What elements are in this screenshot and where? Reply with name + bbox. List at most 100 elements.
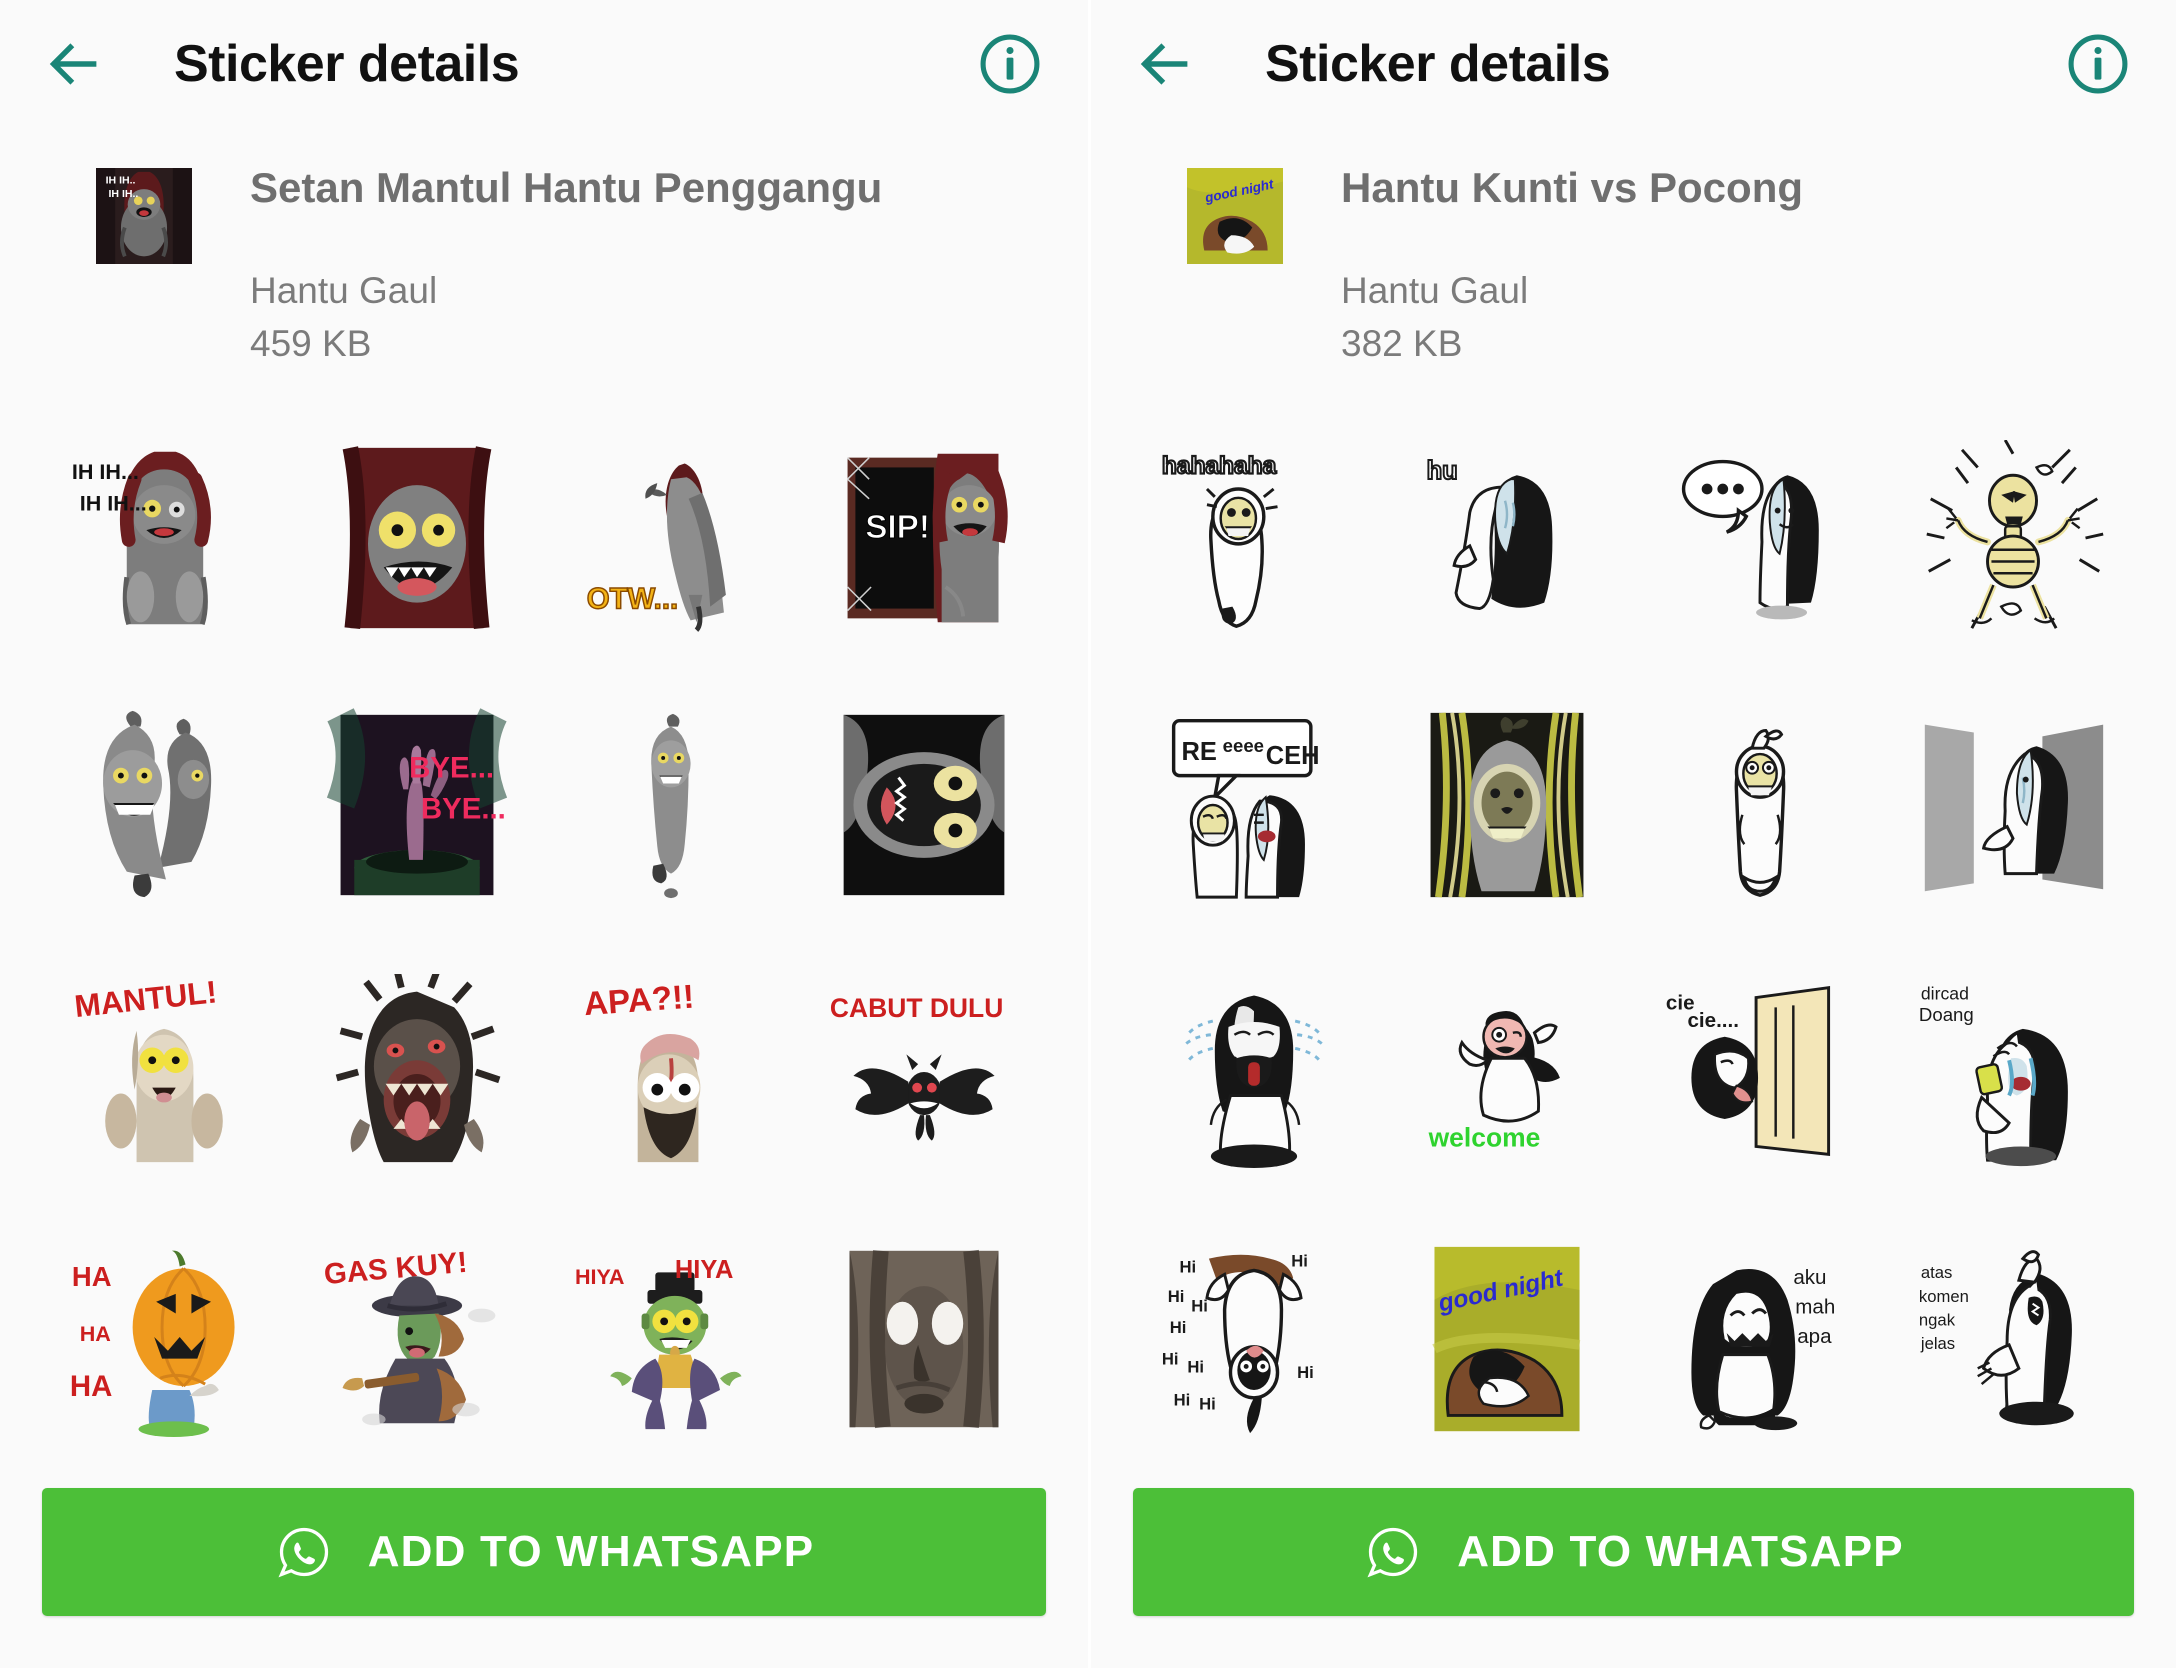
sticker-cell[interactable]: APA?!! [547, 940, 795, 1203]
svg-text:atas: atas [1921, 1263, 1952, 1282]
sticker-cell[interactable]: dircad Doang [1889, 940, 2136, 1203]
info-circle-icon [980, 34, 1040, 94]
sticker-cell[interactable]: good night [1384, 1207, 1631, 1470]
sticker-cell[interactable] [1637, 674, 1884, 937]
arrow-left-icon [49, 43, 97, 85]
app-bar-right: Sticker details [1091, 0, 2176, 128]
sticker-cell[interactable] [1131, 940, 1378, 1203]
bat-cabut-dulu: CABUT DULU [830, 993, 1004, 1141]
sticker-cell[interactable] [1889, 407, 2136, 670]
ghost-screaming-hair [335, 973, 501, 1162]
sticker-cell[interactable]: HA HA HA [40, 1207, 288, 1470]
add-to-whatsapp-label: ADD TO WHATSAPP [367, 1527, 815, 1576]
pack-title: Hantu Kunti vs Pocong [1341, 164, 1803, 211]
add-to-whatsapp-button[interactable]: ADD TO WHATSAPP [42, 1488, 1046, 1616]
ghost-hanging-otw: OTW... [586, 463, 726, 633]
sticker-cell[interactable]: GAS KUY! [294, 1207, 542, 1470]
info-button[interactable] [2060, 26, 2136, 102]
sticker-cell[interactable]: MANTUL! [40, 940, 288, 1203]
sticker-cell[interactable] [1637, 407, 1884, 670]
svg-text:SIP!: SIP! [865, 509, 930, 546]
back-button[interactable] [1125, 25, 1203, 103]
sticker-cell[interactable] [294, 940, 542, 1203]
sticker-cell[interactable] [294, 407, 542, 670]
sticker-cell[interactable]: RE eeee CEH [1131, 674, 1378, 937]
kunti-welcome: welcome [1428, 1010, 1561, 1152]
pocong-kunti-receh: RE eeee CEH [1172, 718, 1320, 899]
svg-text:Hi: Hi [1199, 1394, 1216, 1413]
sticker-cell[interactable]: IH IH... IH IH... [40, 407, 288, 670]
svg-text:Hi: Hi [1297, 1363, 1314, 1382]
add-bar-right: ADD TO WHATSAPP [1091, 1470, 2176, 1668]
pumpkin-head-ha: HA HA HA [70, 1250, 235, 1437]
sticker-cell[interactable]: atas komen ngak jelas [1889, 1207, 2136, 1470]
sticker-cell[interactable]: SIP! [801, 407, 1049, 670]
sticker-details-screen: Sticker details IH IH.. IH IH.. Setan Ma… [0, 0, 2176, 1668]
svg-text:Hi: Hi [1174, 1390, 1191, 1409]
info-button[interactable] [972, 26, 1048, 102]
sticker-cell[interactable]: CABUT DULU [801, 940, 1049, 1203]
svg-text:CEH: CEH [1266, 742, 1320, 770]
svg-text:dircad: dircad [1921, 983, 1969, 1003]
pocong-floating-small [650, 713, 691, 899]
kunti-sitting-aku-mah-apa: aku mah apa [1691, 1266, 1835, 1430]
svg-text:MANTUL!: MANTUL! [73, 974, 219, 1024]
sticker-cell[interactable] [547, 674, 795, 937]
svg-text:Hi: Hi [1180, 1257, 1197, 1276]
svg-text:CABUT DULU: CABUT DULU [830, 993, 1003, 1023]
svg-text:BYE...: BYE... [421, 793, 506, 826]
pack-publisher: Hantu Gaul [1341, 270, 1529, 312]
svg-text:jelas: jelas [1920, 1333, 1955, 1352]
sticker-cell[interactable]: HIYA HIYA [547, 1207, 795, 1470]
pack-title: Setan Mantul Hantu Penggangu [250, 164, 883, 211]
ghost-ih-ih: IH IH... IH IH... [72, 451, 211, 626]
svg-text:HIYA: HIYA [575, 1264, 625, 1289]
pocong-waving [1734, 729, 1786, 897]
sticker-tray-icon: good night [1187, 168, 1283, 264]
svg-text:IH IH..: IH IH.. [106, 174, 136, 186]
skeleton-burst [1926, 440, 2104, 630]
sticker-cell[interactable]: hu [1384, 407, 1631, 670]
sticker-cell[interactable]: welcome [1384, 940, 1631, 1203]
svg-text:GAS KUY!: GAS KUY! [323, 1245, 469, 1290]
sticker-cell[interactable]: hahahaha [1131, 407, 1378, 670]
sticker-cell[interactable]: cie cie.... [1637, 940, 1884, 1203]
sticker-cell[interactable]: aku mah apa [1637, 1207, 1884, 1470]
sticker-cell[interactable] [1889, 674, 2136, 937]
svg-text:RE: RE [1182, 738, 1217, 766]
pocong-glow-yellow [1430, 712, 1584, 898]
svg-text:Hi: Hi [1162, 1349, 1179, 1368]
sticker-cell[interactable] [801, 674, 1049, 937]
kunti-speech-dots [1681, 460, 1819, 620]
sticker-cell[interactable] [40, 674, 288, 937]
sticker-cell[interactable]: BYE... BYE... [294, 674, 542, 937]
pocong-laughing: hahahaha [1161, 451, 1279, 629]
sticker-cell[interactable] [801, 1207, 1049, 1470]
sticker-cell[interactable]: OTW... [547, 407, 795, 670]
add-to-whatsapp-button[interactable]: ADD TO WHATSAPP [1133, 1488, 2134, 1616]
kunti-pointing-up-komen: atas komen ngak jelas [1919, 1249, 2074, 1425]
svg-text:HIYA: HIYA [675, 1256, 734, 1284]
kunti-hu: hu [1426, 456, 1553, 611]
page-title: Sticker details [174, 35, 520, 93]
whatsapp-icon [278, 1527, 328, 1578]
witch-broom-gas-kuy: GAS KUY! [323, 1245, 496, 1425]
sticker-cell[interactable]: Hi Hi Hi Hi Hi Hi Hi Hi Hi Hi [1131, 1207, 1378, 1470]
svg-text:Hi: Hi [1188, 1357, 1205, 1376]
ghost-mirror-sip: SIP! [847, 453, 1008, 623]
add-bar-left: ADD TO WHATSAPP [0, 1470, 1088, 1668]
pack-meta-left: Setan Mantul Hantu Penggangu Hantu Gaul … [250, 162, 882, 367]
zombie-frankenstein-hiya: HIYA HIYA [575, 1256, 742, 1429]
svg-text:IH IH...: IH IH... [72, 459, 139, 484]
svg-text:IH IH...: IH IH... [79, 491, 146, 516]
pack-size: 382 KB [1341, 322, 1463, 364]
svg-text:komen: komen [1919, 1286, 1969, 1305]
svg-text:apa: apa [1797, 1325, 1832, 1348]
svg-text:IH IH..: IH IH.. [108, 188, 138, 200]
face-upside-down-dark [843, 714, 1005, 896]
svg-text:hu: hu [1427, 457, 1458, 485]
panel-left: Sticker details IH IH.. IH IH.. Setan Ma… [0, 0, 1088, 1668]
svg-text:eeee: eeee [1223, 735, 1264, 756]
sticker-cell[interactable] [1384, 674, 1631, 937]
back-button[interactable] [34, 25, 112, 103]
